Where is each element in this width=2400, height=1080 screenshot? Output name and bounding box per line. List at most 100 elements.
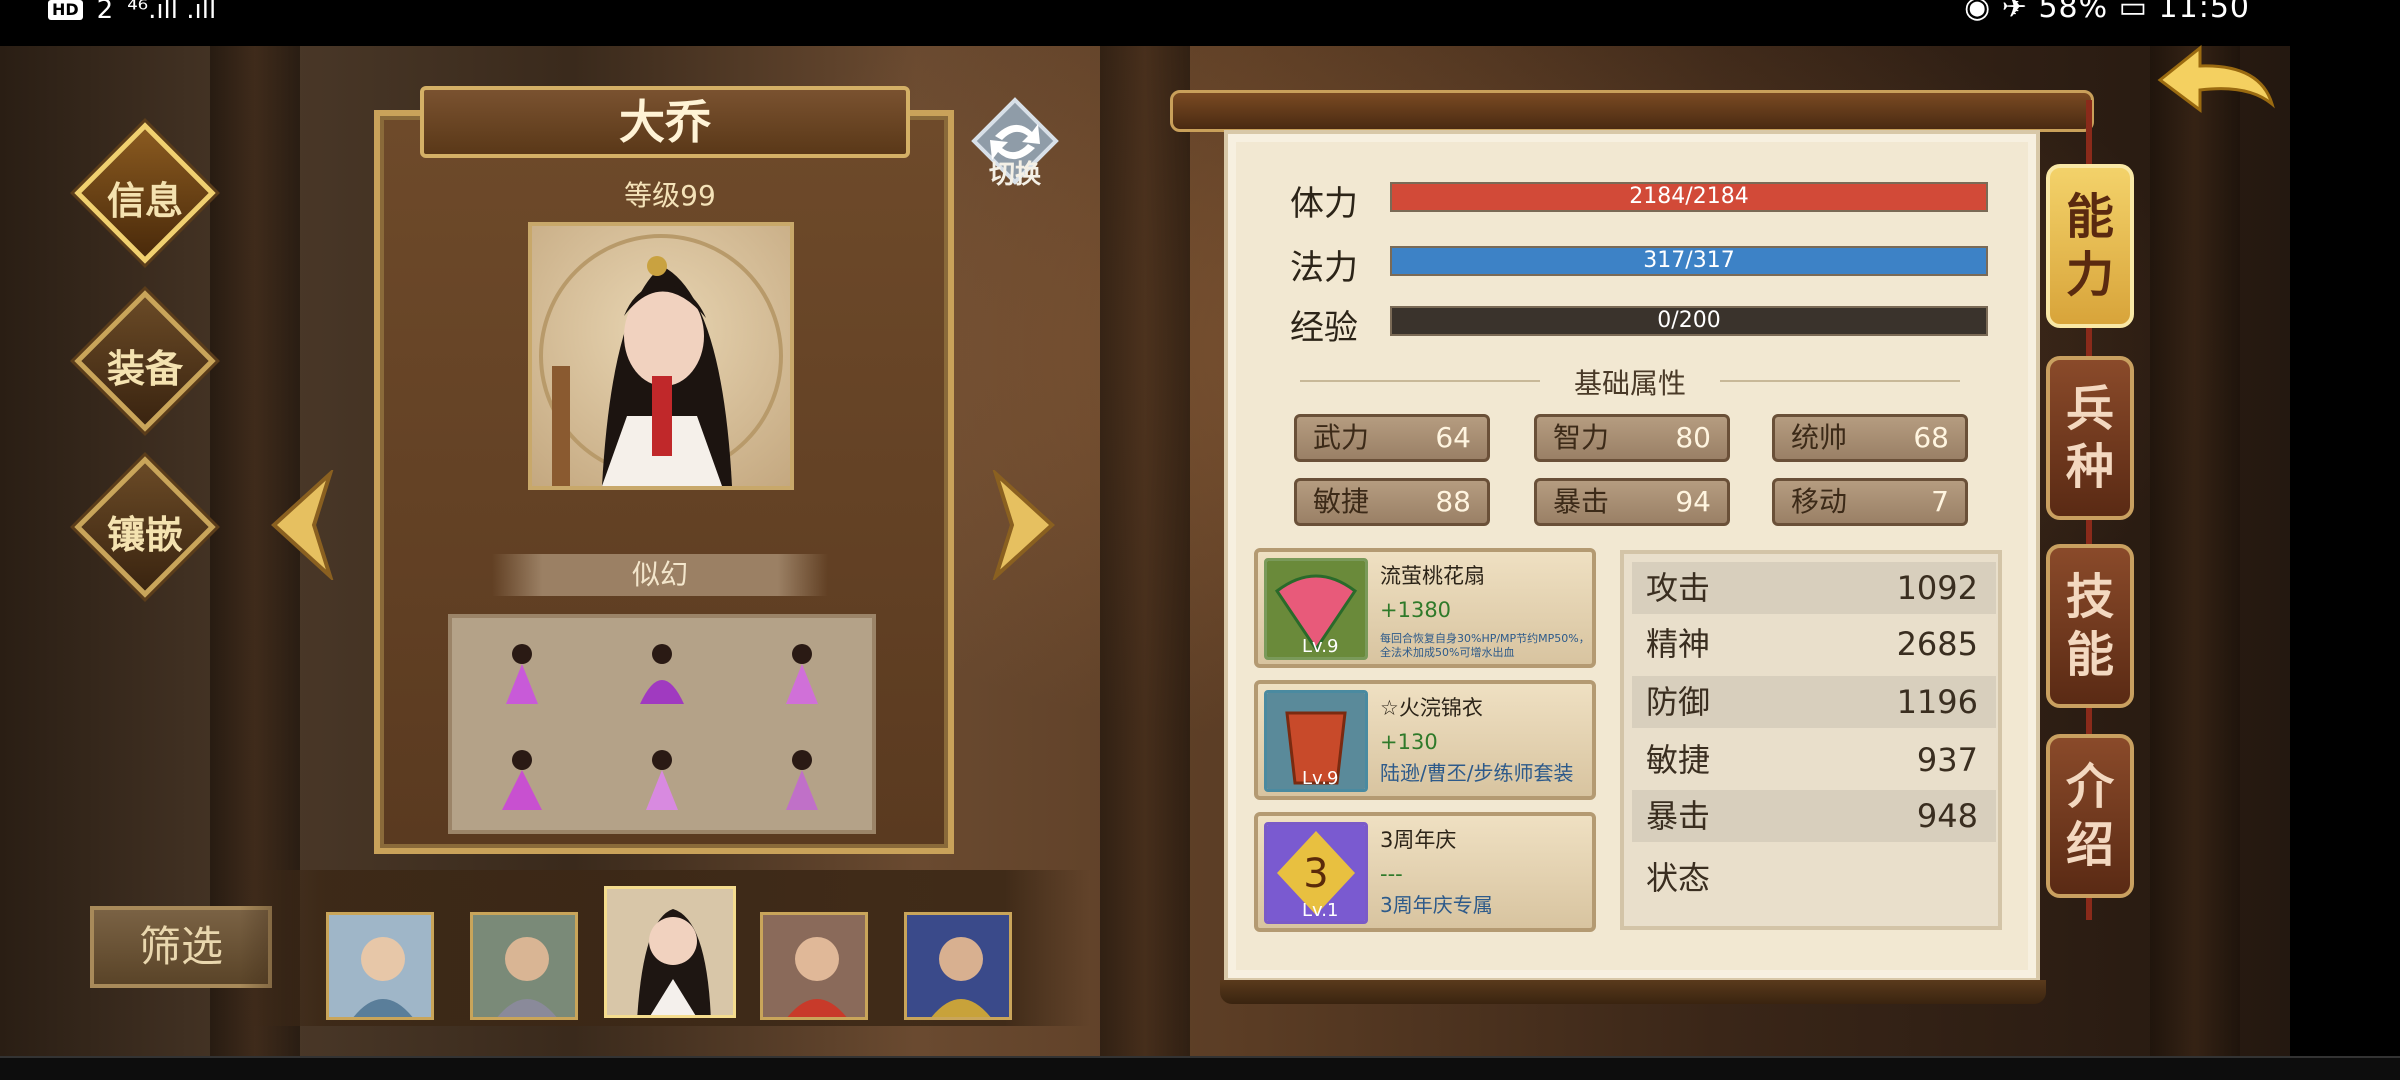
attr-name: 武力 [1313, 421, 1370, 454]
stat-row: 状态 [1632, 852, 1996, 904]
nav-inlay-button[interactable]: 镶嵌 [74, 456, 216, 598]
background-pillar [1100, 46, 1190, 1056]
equip-level: Lv.9 [1302, 636, 1339, 657]
stats-panel-footer [1220, 980, 2046, 1004]
exp-label: 经验 [1290, 308, 1358, 348]
nav-equip-button[interactable]: 装备 [74, 290, 216, 432]
stat-name: 敏捷 [1646, 741, 1711, 779]
stat-value: 948 [1916, 797, 1978, 835]
stat-row: 精神 2685 [1632, 618, 1996, 670]
hd-badge: HD [48, 0, 83, 20]
equip-card[interactable]: Lv.9 流萤桃花扇 +1380 每回合恢复自身30%HP/MP节约MP50%，… [1254, 548, 1596, 668]
hero-name: 大乔 [619, 95, 711, 149]
exp-bar: 0/200 [1390, 306, 1988, 336]
stat-name: 精神 [1646, 625, 1711, 663]
sprite-icon [786, 750, 818, 810]
hp-row: 体力 2184/2184 [1290, 176, 1990, 224]
attr-badge: 敏捷 88 [1294, 478, 1490, 526]
stat-name: 暴击 [1646, 797, 1711, 835]
hero-level: 等级99 [624, 179, 716, 212]
prev-hero-arrow-icon[interactable] [268, 470, 338, 580]
hero-thumb-icon [763, 915, 865, 1017]
roster-hero[interactable] [470, 912, 578, 1020]
stat-name: 攻击 [1646, 569, 1711, 607]
tab-ability[interactable]: 能力 [2046, 164, 2134, 328]
background-pillar [2150, 46, 2240, 1056]
hero-thumb-icon [473, 915, 575, 1017]
attr-badge: 移动 7 [1772, 478, 1968, 526]
sprite-icon [786, 644, 818, 704]
roster-hero[interactable] [760, 912, 868, 1020]
equip-desc: 陆逊/曹丕/步练师套装 [1380, 761, 1574, 785]
equip-level: Lv.1 [1302, 900, 1339, 921]
stat-name: 防御 [1646, 683, 1711, 721]
status-bar: HD 2 ⁴⁶.ıll .ıll ◉ ✈ 58% ▭ 11:50 [0, 0, 2400, 46]
sprite-icon [640, 644, 684, 704]
equip-card[interactable]: 3 Lv.1 3周年庆 --- 3周年庆专属 [1254, 812, 1596, 932]
attr-name: 敏捷 [1313, 485, 1370, 518]
stat-row: 暴击 948 [1632, 790, 1996, 842]
tab-troops[interactable]: 兵种 [2046, 356, 2134, 520]
screen-edge [2290, 46, 2400, 1056]
equip-name: ☆火浣锦衣 [1380, 696, 1483, 720]
derived-stats-table: 攻击 1092 精神 2685 防御 1196 敏捷 937 暴击 948 状态 [1620, 550, 2002, 930]
attr-value: 7 [1931, 485, 1949, 518]
stat-value: 1196 [1896, 683, 1978, 721]
hp-value: 2184/2184 [1629, 184, 1749, 209]
equip-name: 流萤桃花扇 [1380, 564, 1485, 588]
stat-value: 2685 [1896, 625, 1978, 663]
exp-value: 0/200 [1657, 308, 1721, 333]
skin-name: 似幻 [492, 554, 828, 596]
mp-bar: 317/317 [1390, 246, 1988, 276]
stat-row: 敏捷 937 [1632, 734, 1996, 786]
stat-row: 防御 1196 [1632, 676, 1996, 728]
attr-badge: 智力 80 [1534, 414, 1730, 462]
sim-slot: 2 [96, 0, 114, 25]
roster-hero[interactable] [904, 912, 1012, 1020]
attr-name: 统帅 [1791, 421, 1848, 454]
attr-value: 80 [1675, 421, 1711, 454]
hero-portrait-icon [539, 234, 783, 486]
equip-card[interactable]: Lv.9 ☆火浣锦衣 +130 陆逊/曹丕/步练师套装 [1254, 680, 1596, 800]
mp-value: 317/317 [1643, 248, 1735, 273]
attr-value: 64 [1435, 421, 1471, 454]
section-title: 基础属性 [1300, 362, 1960, 402]
mp-row: 法力 317/317 [1290, 240, 1990, 288]
sprite-grid [448, 614, 876, 834]
hero-thumb-icon [607, 889, 733, 1015]
exp-row: 经验 0/200 [1290, 300, 1990, 348]
hero-thumb-icon [907, 915, 1009, 1017]
tab-skills[interactable]: 技能 [2046, 544, 2134, 708]
roster-hero[interactable] [326, 912, 434, 1020]
attr-value: 88 [1435, 485, 1471, 518]
attr-badge: 暴击 94 [1534, 478, 1730, 526]
nav-inlay-label: 镶嵌 [106, 513, 183, 557]
tab-intro[interactable]: 介绍 [2046, 734, 2134, 898]
switch-label[interactable]: 切换 [970, 154, 1060, 191]
back-arrow-icon[interactable] [2150, 40, 2280, 120]
equip-desc: 3周年庆专属 [1380, 893, 1493, 917]
stat-row: 攻击 1092 [1632, 562, 1996, 614]
nav-info-label: 信息 [106, 179, 183, 223]
attr-badge: 统帅 68 [1772, 414, 1968, 462]
hero-thumb-icon [329, 915, 431, 1017]
stats-panel-header [1170, 90, 2094, 132]
attr-name: 智力 [1553, 421, 1610, 454]
equip-bonus: +130 [1380, 730, 1438, 754]
equip-bonus: +1380 [1380, 598, 1452, 622]
hp-label: 体力 [1290, 184, 1358, 224]
stat-name: 状态 [1646, 859, 1711, 897]
status-left: HD 2 ⁴⁶.ıll .ıll [48, 0, 216, 25]
nav-info-button[interactable]: 信息 [74, 122, 216, 264]
stat-value: 937 [1916, 741, 1978, 779]
attr-badge: 武力 64 [1294, 414, 1490, 462]
nav-equip-label: 装备 [106, 347, 183, 391]
next-hero-arrow-icon[interactable] [988, 470, 1058, 580]
equip-desc: 每回合恢复自身30%HP/MP节约MP50%，全法术加成50%可增水出血 [1380, 632, 1590, 659]
equip-name: 3周年庆 [1380, 828, 1457, 852]
attr-name: 移动 [1791, 485, 1848, 518]
attr-value: 94 [1675, 485, 1711, 518]
status-right: ◉ ✈ 58% ▭ 11:50 [1964, 0, 2250, 25]
roster-hero-selected[interactable] [604, 886, 736, 1018]
sprite-icon [506, 644, 538, 704]
